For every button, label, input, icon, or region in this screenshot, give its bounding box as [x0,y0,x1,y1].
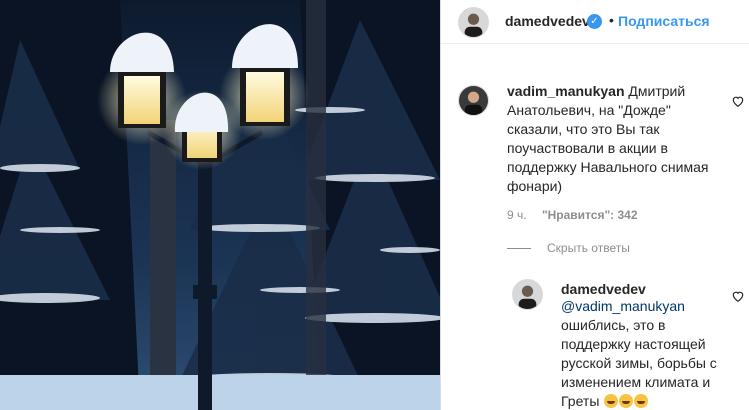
hide-replies-button[interactable]: Скрыть ответы [507,241,630,255]
comment-text: Дмитрий Анатольевич, на "Дожде" сказали,… [507,83,709,194]
author-avatar[interactable] [458,7,489,38]
reply-author-username[interactable]: damedvedev [561,281,646,297]
comment-likes-count[interactable]: "Нравится": 342 [542,208,638,222]
comment-body: vadim_manukyan Дмитрий Анатольевич, на "… [507,82,717,196]
reply-author-avatar[interactable] [512,279,543,310]
post-photo[interactable] [0,0,440,410]
post-header: damedvedev ✓ • Подписаться [441,0,749,44]
hide-replies-label: Скрыть ответы [547,241,630,255]
grinning-squint-emoji-icon [619,394,634,408]
grinning-squint-emoji-icon [634,394,649,408]
commenter-username[interactable]: vadim_manukyan [507,83,625,99]
comment-like-heart-icon[interactable] [731,94,745,108]
hide-replies-line [507,247,531,249]
follow-button[interactable]: Подписаться [618,13,710,29]
grinning-squint-emoji-icon [604,394,619,408]
author-username[interactable]: damedvedev [505,13,590,29]
comment-meta: 9 ч. "Нравится": 342 [507,208,650,222]
verified-badge-icon: ✓ [587,14,602,29]
reply-like-heart-icon[interactable] [731,289,745,303]
winter-lamp-photo [0,0,440,410]
header-separator: • [609,12,614,28]
comment-time: 9 ч. [507,208,527,222]
commenter-avatar[interactable] [458,85,489,116]
comments-panel: damedvedev ✓ • Подписаться vadim_manukya… [440,0,749,410]
reply-mention-link[interactable]: @vadim_manukyan [561,298,685,314]
reply-body: @vadim_manukyan ошиблись, это в поддержк… [561,297,721,410]
